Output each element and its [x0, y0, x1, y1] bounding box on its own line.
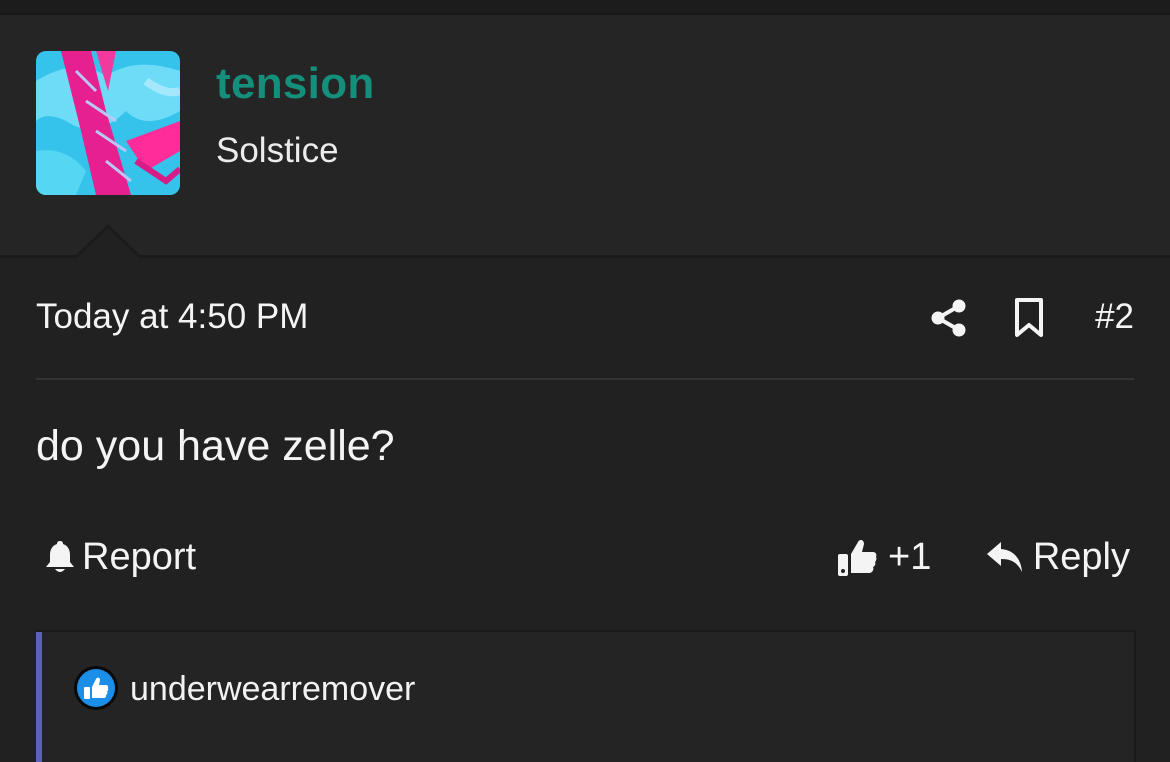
like-count: +1	[888, 535, 932, 578]
reply-arrow-icon	[986, 542, 1022, 572]
bookmark-icon[interactable]	[1011, 297, 1047, 339]
reactions-accent	[36, 632, 42, 762]
meta-divider	[36, 378, 1134, 380]
post-timestamp[interactable]: Today at 4:50 PM	[36, 297, 308, 337]
like-button[interactable]: +1	[836, 532, 931, 582]
post-actions: Report +1 Reply	[36, 532, 1134, 582]
post-meta: Today at 4:50 PM #2	[36, 295, 1134, 343]
reply-button[interactable]: Reply	[985, 532, 1130, 582]
username[interactable]: tension	[216, 59, 375, 109]
reply-label: Reply	[1032, 535, 1130, 578]
reaction-user-list[interactable]: underwearremover	[130, 670, 415, 709]
report-button[interactable]: Report	[44, 532, 196, 582]
top-strip	[0, 0, 1170, 15]
post-number[interactable]: #2	[1095, 297, 1134, 337]
header-arrow-inner	[77, 228, 139, 258]
report-label: Report	[82, 535, 197, 578]
share-icon[interactable]	[929, 298, 969, 338]
like-reaction-icon	[73, 665, 119, 711]
user-title: Solstice	[216, 131, 339, 170]
avatar-image	[36, 51, 180, 195]
thumbs-up-icon	[838, 539, 877, 576]
header-divider	[0, 255, 1170, 258]
user-header: tension Solstice	[0, 15, 1170, 255]
post-message: do you have zelle?	[36, 422, 395, 470]
reactions-bar: underwearremover	[36, 630, 1136, 762]
user-avatar[interactable]	[36, 51, 180, 195]
bell-icon	[46, 541, 74, 572]
